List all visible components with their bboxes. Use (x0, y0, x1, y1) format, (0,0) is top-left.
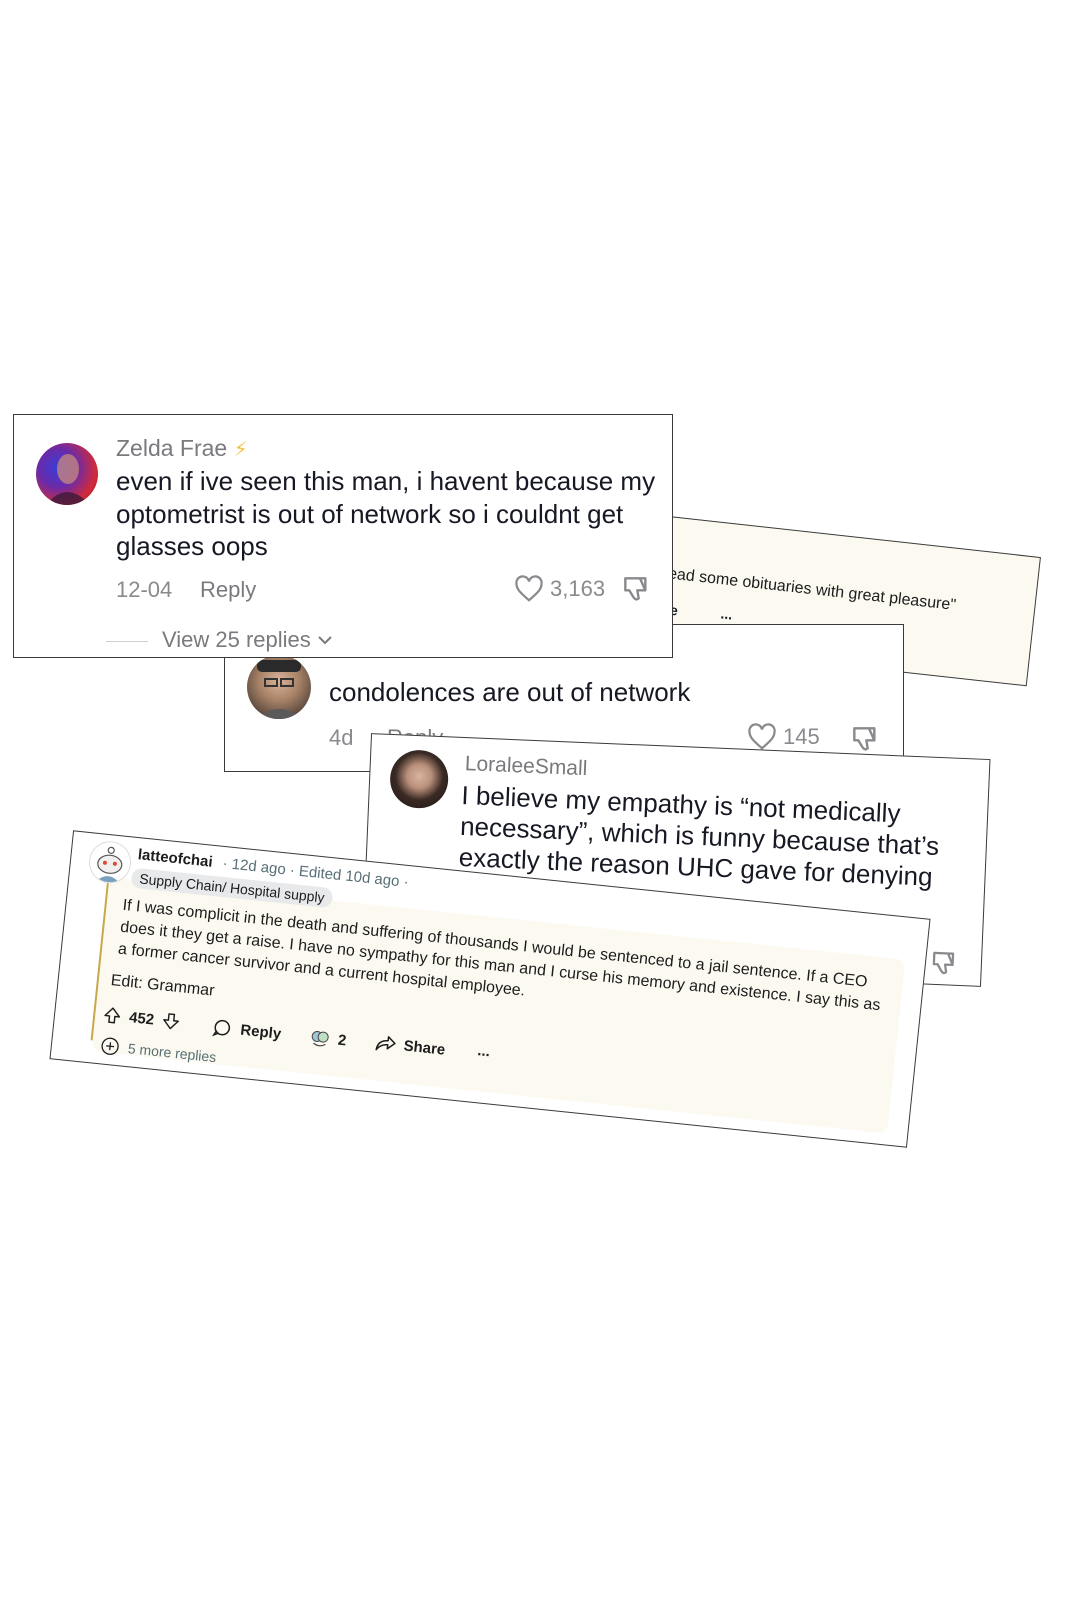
zelda-comment-text: even if ive seen this man, i havent beca… (116, 466, 656, 561)
zelda-like-button[interactable]: 3,163 (514, 575, 605, 603)
latte-share-label: Share (402, 1036, 447, 1059)
zelda-reply-button[interactable]: Reply (200, 577, 256, 603)
latte-vote-count: 452 (128, 1008, 155, 1029)
latte-more-button[interactable]: ... (477, 1042, 491, 1060)
latte-award-button[interactable]: 2 (309, 1027, 347, 1051)
tom-like-count: 145 (783, 724, 820, 749)
zelda-dislike-button[interactable] (620, 573, 652, 610)
zelda-comment-card: Zelda Frae ⚡ even if ive seen this man, … (13, 414, 673, 658)
dislike-icon (932, 951, 955, 975)
latte-award-count: 2 (337, 1031, 348, 1049)
back-more-button[interactable]: ... (720, 605, 733, 622)
comment-icon (211, 1019, 231, 1037)
upvote-icon[interactable] (102, 1005, 122, 1025)
tom-like-button[interactable]: 145 (747, 723, 820, 751)
latte-reply-label: Reply (239, 1021, 283, 1043)
zelda-badge-icon: ⚡ (233, 439, 248, 461)
heart-icon (515, 575, 543, 602)
zelda-avatar[interactable] (36, 443, 98, 505)
downvote-icon[interactable] (161, 1012, 181, 1032)
zelda-username-text: Zelda Frae (116, 435, 228, 461)
back-comment-text: read some obituaries with great pleasure… (661, 564, 957, 614)
latte-username[interactable]: latteofchai (137, 846, 213, 871)
chevron-down-icon (318, 636, 332, 645)
zelda-view-replies-button[interactable]: View 25 replies (162, 627, 333, 653)
zelda-replies-divider (106, 641, 148, 642)
zelda-view-replies-label: View 25 replies (162, 627, 311, 652)
share-icon (375, 1036, 396, 1051)
zelda-username[interactable]: Zelda Frae ⚡ (116, 435, 248, 462)
snoo-avatar-figure (96, 846, 123, 884)
award-icon (311, 1030, 329, 1047)
heart-icon (748, 723, 776, 750)
tom-comment-text: condolences are out of network (329, 677, 691, 707)
tom-avatar[interactable] (247, 655, 311, 719)
tom-date: 4d (329, 725, 354, 750)
dislike-icon (624, 577, 647, 601)
zelda-like-count: 3,163 (550, 576, 606, 601)
loralee-username[interactable]: LoraleeSmall (464, 752, 587, 781)
add-circle-icon (101, 1037, 119, 1055)
loralee-avatar[interactable] (388, 748, 450, 810)
loralee-dislike-button[interactable] (928, 948, 959, 984)
zelda-date: 12-04 (116, 577, 173, 602)
zelda-avatar-figure (46, 454, 90, 505)
tom-avatar-face (255, 660, 303, 719)
dislike-icon (853, 727, 876, 751)
